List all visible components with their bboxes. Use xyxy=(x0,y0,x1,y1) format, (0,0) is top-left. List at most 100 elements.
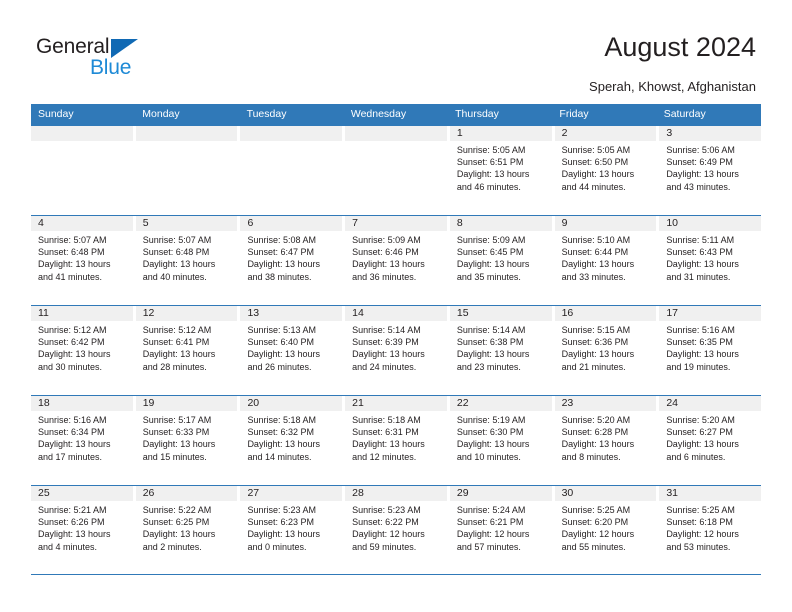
sunset-text: Sunset: 6:21 PM xyxy=(456,517,524,528)
day-details: Sunrise: 5:19 AM Sunset: 6:30 PM Daylight:… xyxy=(450,411,552,463)
day-number: 22 xyxy=(449,396,552,411)
calendar-day-cell[interactable]: 28 Sunrise: 5:23 AM Sunset: 6:22 PM Dayligh… xyxy=(342,486,447,574)
day-details: Sunrise: 5:23 AM Sunset: 6:23 PM Daylight:… xyxy=(240,501,342,553)
calendar-day-cell[interactable]: 4 Sunrise: 5:07 AM Sunset: 6:48 PM Daylight… xyxy=(31,216,133,305)
calendar-day-cell[interactable]: 1 Sunrise: 5:05 AM Sunset: 6:51 PM Daylight… xyxy=(446,126,552,215)
calendar-day-cell[interactable]: 27 Sunrise: 5:23 AM Sunset: 6:23 PM Dayligh… xyxy=(237,486,343,574)
daylight-text-line1: Daylight: 13 hours xyxy=(142,439,216,450)
daylight-text-line1: Daylight: 13 hours xyxy=(456,349,530,360)
calendar-week-row: 11 Sunrise: 5:12 AM Sunset: 6:42 PM Dayligh… xyxy=(31,305,762,395)
daylight-text-line1: Daylight: 13 hours xyxy=(561,169,635,180)
day-details: Sunrise: 5:08 AM Sunset: 6:47 PM Daylight:… xyxy=(240,231,342,283)
calendar-day-cell[interactable]: 2 Sunrise: 5:05 AM Sunset: 6:50 PM Daylight… xyxy=(551,126,657,215)
weekday-header-thursday: Thursday xyxy=(455,108,499,120)
weekday-header-row: Sunday Monday Tuesday Wednesday Thursday… xyxy=(31,104,761,125)
calendar-day-cell[interactable]: 22 Sunrise: 5:19 AM Sunset: 6:30 PM Dayligh… xyxy=(446,396,552,485)
calendar-day-cell[interactable]: 26 Sunrise: 5:22 AM Sunset: 6:25 PM Dayligh… xyxy=(132,486,238,574)
sunrise-text: Sunrise: 5:24 AM xyxy=(456,505,526,515)
daylight-text-line2: and 17 minutes. xyxy=(38,451,103,462)
daylight-text-line2: and 44 minutes. xyxy=(561,181,626,192)
daylight-text-line2: and 30 minutes. xyxy=(38,361,103,372)
daylight-text-line2: and 41 minutes. xyxy=(38,271,103,282)
sunset-text: Sunset: 6:30 PM xyxy=(456,427,524,438)
day-details: Sunrise: 5:14 AM Sunset: 6:38 PM Daylight:… xyxy=(450,321,552,373)
calendar-day-cell[interactable]: 25 Sunrise: 5:21 AM Sunset: 6:26 PM Dayligh… xyxy=(31,486,133,574)
calendar-day-cell[interactable]: 3 Sunrise: 5:06 AM Sunset: 6:49 PM Daylight… xyxy=(656,126,762,215)
day-details: Sunrise: 5:11 AM Sunset: 6:43 PM Daylight:… xyxy=(659,231,761,283)
sunrise-text: Sunrise: 5:09 AM xyxy=(456,235,526,245)
daylight-text-line1: Daylight: 13 hours xyxy=(666,259,739,270)
calendar-day-cell[interactable]: 7 Sunrise: 5:09 AM Sunset: 6:46 PM Daylight… xyxy=(342,216,447,305)
sunrise-text: Sunrise: 5:08 AM xyxy=(247,235,316,245)
daylight-text-line2: and 6 minutes. xyxy=(666,451,726,462)
day-details: Sunrise: 5:17 AM Sunset: 6:33 PM Daylight:… xyxy=(136,411,238,463)
calendar-day-cell[interactable]: 24 Sunrise: 5:20 AM Sunset: 6:27 PM Dayligh… xyxy=(656,396,762,485)
sunset-text: Sunset: 6:36 PM xyxy=(561,337,629,348)
day-number: 4 xyxy=(31,216,133,231)
calendar-day-cell[interactable]: 13 Sunrise: 5:13 AM Sunset: 6:40 PM Dayligh… xyxy=(237,306,343,395)
sunrise-text: Sunrise: 5:15 AM xyxy=(561,325,631,335)
day-number: 9 xyxy=(554,216,657,231)
day-details: Sunrise: 5:05 AM Sunset: 6:51 PM Daylight:… xyxy=(450,141,552,193)
sunset-text: Sunset: 6:28 PM xyxy=(561,427,629,438)
calendar-day-cell[interactable]: 10 Sunrise: 5:11 AM Sunset: 6:43 PM Dayligh… xyxy=(656,216,762,305)
sunset-text: Sunset: 6:25 PM xyxy=(142,517,210,528)
day-number: 26 xyxy=(135,486,238,501)
calendar-day-cell[interactable]: 19 Sunrise: 5:17 AM Sunset: 6:33 PM Dayligh… xyxy=(132,396,238,485)
daylight-text-line2: and 57 minutes. xyxy=(456,541,521,552)
day-number: 16 xyxy=(554,306,657,321)
calendar-day-cell[interactable]: 23 Sunrise: 5:20 AM Sunset: 6:28 PM Dayligh… xyxy=(551,396,657,485)
sunset-text: Sunset: 6:39 PM xyxy=(352,337,419,348)
daylight-text-line2: and 53 minutes. xyxy=(666,541,731,552)
day-details: Sunrise: 5:22 AM Sunset: 6:25 PM Daylight:… xyxy=(136,501,238,553)
day-number: 8 xyxy=(449,216,552,231)
calendar-day-cell[interactable]: 18 Sunrise: 5:16 AM Sunset: 6:34 PM Dayligh… xyxy=(31,396,133,485)
daylight-text-line2: and 33 minutes. xyxy=(561,271,626,282)
calendar-day-cell[interactable]: 21 Sunrise: 5:18 AM Sunset: 6:31 PM Dayligh… xyxy=(342,396,447,485)
daylight-text-line2: and 10 minutes. xyxy=(456,451,521,462)
daylight-text-line1: Daylight: 12 hours xyxy=(666,529,739,540)
sunrise-text: Sunrise: 5:07 AM xyxy=(142,235,212,245)
calendar-day-cell[interactable]: 17 Sunrise: 5:16 AM Sunset: 6:35 PM Dayligh… xyxy=(656,306,762,395)
daylight-text-line2: and 8 minutes. xyxy=(561,451,621,462)
day-number: 6 xyxy=(240,216,343,231)
sunrise-text: Sunrise: 5:05 AM xyxy=(456,145,526,155)
calendar-day-cell[interactable]: 31 Sunrise: 5:25 AM Sunset: 6:18 PM Dayligh… xyxy=(656,486,762,574)
calendar-day-cell[interactable]: 12 Sunrise: 5:12 AM Sunset: 6:41 PM Dayligh… xyxy=(132,306,238,395)
day-details: Sunrise: 5:20 AM Sunset: 6:28 PM Daylight:… xyxy=(555,411,657,463)
daylight-text-line1: Daylight: 13 hours xyxy=(247,349,320,360)
sunset-text: Sunset: 6:42 PM xyxy=(38,337,105,348)
calendar-day-cell[interactable]: 29 Sunrise: 5:24 AM Sunset: 6:21 PM Dayligh… xyxy=(446,486,552,574)
daylight-text-line2: and 31 minutes. xyxy=(666,271,731,282)
daylight-text-line1: Daylight: 13 hours xyxy=(561,349,635,360)
daylight-text-line1: Daylight: 13 hours xyxy=(456,439,530,450)
calendar-day-cell[interactable]: 8 Sunrise: 5:09 AM Sunset: 6:45 PM Daylight… xyxy=(446,216,552,305)
calendar-day-cell[interactable]: 20 Sunrise: 5:18 AM Sunset: 6:32 PM Dayligh… xyxy=(237,396,343,485)
calendar-weeks: 1 Sunrise: 5:05 AM Sunset: 6:51 PM Daylight… xyxy=(31,125,762,575)
daylight-text-line2: and 19 minutes. xyxy=(666,361,731,372)
daylight-text-line2: and 26 minutes. xyxy=(247,361,312,372)
weekday-header-saturday: Saturday xyxy=(663,108,706,120)
calendar-day-cell[interactable]: 11 Sunrise: 5:12 AM Sunset: 6:42 PM Dayligh… xyxy=(31,306,133,395)
sunset-text: Sunset: 6:48 PM xyxy=(38,247,105,258)
calendar-day-cell[interactable]: 15 Sunrise: 5:14 AM Sunset: 6:38 PM Dayligh… xyxy=(446,306,552,395)
daylight-text-line1: Daylight: 13 hours xyxy=(247,259,320,270)
calendar-day-cell[interactable]: 9 Sunrise: 5:10 AM Sunset: 6:44 PM Daylight… xyxy=(551,216,657,305)
sunset-text: Sunset: 6:22 PM xyxy=(352,517,419,528)
day-details: Sunrise: 5:23 AM Sunset: 6:22 PM Daylight:… xyxy=(345,501,447,553)
day-number: 10 xyxy=(659,216,762,231)
day-details: Sunrise: 5:05 AM Sunset: 6:50 PM Daylight:… xyxy=(555,141,657,193)
calendar-day-cell[interactable]: 14 Sunrise: 5:14 AM Sunset: 6:39 PM Dayligh… xyxy=(342,306,447,395)
daylight-text-line1: Daylight: 13 hours xyxy=(38,349,111,360)
day-details: Sunrise: 5:15 AM Sunset: 6:36 PM Daylight:… xyxy=(555,321,657,373)
sunset-text: Sunset: 6:18 PM xyxy=(666,517,733,528)
calendar-day-cell[interactable]: 6 Sunrise: 5:08 AM Sunset: 6:47 PM Daylight… xyxy=(237,216,343,305)
calendar-day-cell[interactable]: 30 Sunrise: 5:25 AM Sunset: 6:20 PM Dayligh… xyxy=(551,486,657,574)
daylight-text-line2: and 46 minutes. xyxy=(456,181,521,192)
day-number: 12 xyxy=(135,306,238,321)
calendar-day-cell[interactable]: 5 Sunrise: 5:07 AM Sunset: 6:48 PM Daylight… xyxy=(132,216,238,305)
sunrise-text: Sunrise: 5:21 AM xyxy=(38,505,107,515)
calendar-day-cell-empty xyxy=(342,126,447,215)
calendar-day-cell[interactable]: 16 Sunrise: 5:15 AM Sunset: 6:36 PM Dayligh… xyxy=(551,306,657,395)
brand-logo[interactable]: General Blue xyxy=(36,36,236,84)
